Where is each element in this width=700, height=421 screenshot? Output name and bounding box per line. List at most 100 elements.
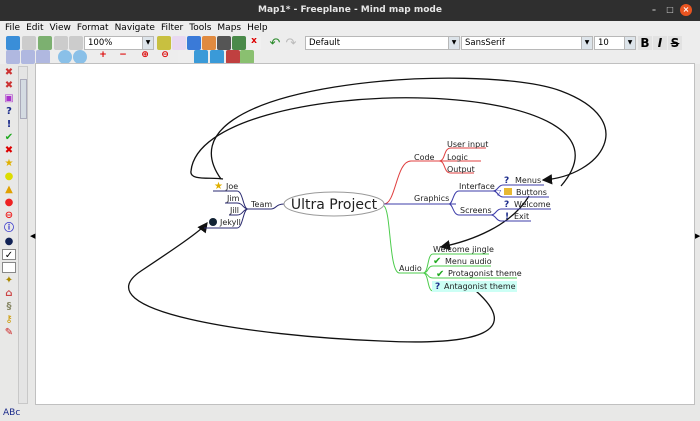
scrollbar-thumb[interactable] [20, 79, 27, 119]
lock-icon[interactable] [240, 50, 254, 64]
question-icon[interactable]: ? [2, 106, 16, 117]
arrow-joe-to-menus[interactable] [210, 77, 607, 185]
strikethrough-button[interactable]: S [668, 36, 682, 50]
node-audio[interactable]: Audio [399, 264, 422, 273]
exclamation-icon[interactable]: ! [2, 119, 16, 130]
align-left-icon[interactable] [6, 50, 20, 64]
page-icon-2[interactable] [69, 36, 83, 50]
back-icon[interactable] [6, 36, 20, 50]
menu-edit[interactable]: Edit [26, 21, 43, 35]
minimize-button[interactable]: – [648, 4, 660, 16]
menu-navigate[interactable]: Navigate [115, 21, 155, 35]
no-entry-icon[interactable]: ⊖ [2, 210, 16, 221]
node-menu-audio[interactable]: Menu audio [445, 257, 492, 266]
check-icon[interactable]: ✔ [2, 132, 16, 143]
redo-icon[interactable]: ↷ [284, 36, 298, 51]
collapse-icon[interactable]: ⊖ [158, 50, 172, 64]
node-code[interactable]: Code [414, 153, 435, 162]
main-toolbar: 100% ▼ x ↶ ↷ Default ▼ SansSerif ▼ 10 ▼ [0, 35, 700, 51]
italic-button[interactable]: I [653, 36, 667, 50]
remove-connector-icon[interactable]: − [116, 50, 130, 64]
menu-file[interactable]: File [5, 21, 20, 35]
node-user-input[interactable]: User input [447, 140, 488, 149]
spellcheck-button[interactable]: ABc [3, 408, 20, 418]
node-output[interactable]: Output [447, 165, 475, 174]
style-select[interactable]: Default ▼ [305, 36, 460, 50]
bomb-icon[interactable]: ● [2, 236, 16, 247]
node-exit[interactable]: Exit [514, 212, 529, 221]
bomb-icon [209, 218, 217, 226]
menu-format[interactable]: Format [77, 21, 109, 35]
zoom-select[interactable]: 100% ▼ [84, 36, 154, 50]
find-icon[interactable] [178, 50, 192, 64]
node-buttons[interactable]: Buttons [516, 188, 547, 197]
link-icon[interactable]: § [2, 301, 16, 312]
node-team[interactable]: Team [250, 200, 272, 209]
collapse-right-panel-icon[interactable]: ▶ [695, 232, 700, 240]
bulb-icon[interactable]: ● [2, 171, 16, 182]
node-antagonist-theme[interactable]: Antagonist theme [444, 282, 516, 291]
filter-icon[interactable] [226, 50, 240, 64]
pencil-icon[interactable]: ✎ [2, 327, 16, 338]
cloud-icon[interactable] [58, 50, 72, 64]
cross-icon[interactable]: ✖ [2, 145, 16, 156]
cloud-color-icon[interactable] [73, 50, 87, 64]
key-icon[interactable]: ⚷ [2, 314, 16, 325]
undo-icon[interactable]: ↶ [268, 36, 282, 51]
node-screens[interactable]: Screens [460, 206, 492, 215]
node-menus[interactable]: Menus [515, 176, 541, 185]
bold-button[interactable]: B [638, 36, 652, 50]
refresh-icon[interactable] [38, 36, 52, 50]
node-protagonist-theme[interactable]: Protagonist theme [448, 269, 522, 278]
font-size-select[interactable]: 10 ▼ [594, 36, 636, 50]
menu-help[interactable]: Help [247, 21, 268, 35]
align-center-icon[interactable] [21, 50, 35, 64]
checkbox-empty-icon[interactable] [2, 262, 16, 273]
icon-sidebar-scrollbar[interactable] [18, 66, 28, 404]
save-icon[interactable] [187, 36, 201, 50]
node-jim[interactable]: Jim [226, 194, 240, 203]
home-icon[interactable]: ⌂ [2, 288, 16, 299]
node-joe[interactable]: Joe [225, 182, 238, 191]
node-graphics[interactable]: Graphics [414, 194, 449, 203]
add-connector-icon[interactable]: + [96, 50, 110, 64]
star-icon[interactable]: ★ [2, 158, 16, 169]
menu-maps[interactable]: Maps [217, 21, 241, 35]
close-map-icon[interactable]: x [247, 36, 261, 50]
node-jekyll[interactable]: Jekyll [219, 218, 241, 227]
root-node-label: Ultra Project [291, 197, 378, 213]
menu-tools[interactable]: Tools [189, 21, 211, 35]
wand-icon[interactable]: ✦ [2, 275, 16, 286]
previous-icon[interactable] [210, 50, 224, 64]
collapse-left-panel-icon[interactable]: ◀ [30, 232, 35, 240]
remove-first-icon-icon[interactable]: ✖ [2, 67, 16, 78]
next-icon[interactable] [194, 50, 208, 64]
warning-icon[interactable]: ▲ [2, 184, 16, 195]
node-welcome[interactable]: Welcome [514, 200, 551, 209]
node-jill[interactable]: Jill [229, 206, 239, 215]
forward-icon[interactable] [22, 36, 36, 50]
info-icon[interactable]: ⓘ [2, 223, 16, 234]
checkbox-checked-icon[interactable]: ✓ [2, 249, 16, 261]
open-icon[interactable] [157, 36, 171, 50]
print-icon[interactable] [217, 36, 231, 50]
align-right-icon[interactable] [36, 50, 50, 64]
menu-view[interactable]: View [50, 21, 71, 35]
close-button[interactable]: × [680, 4, 692, 16]
menu-filter[interactable]: Filter [161, 21, 183, 35]
maximize-button[interactable]: □ [664, 4, 676, 16]
mind-map-canvas[interactable]: Ultra Project Code User input Logic Outp… [35, 63, 695, 405]
expand-icon[interactable]: ⊕ [138, 50, 152, 64]
print-preview-icon[interactable] [232, 36, 246, 50]
node-welcome-jingle[interactable]: Welcome jingle [433, 245, 494, 254]
exclamation-icon: ! [505, 212, 509, 222]
page-icon[interactable] [54, 36, 68, 50]
font-select[interactable]: SansSerif ▼ [461, 36, 593, 50]
node-interface[interactable]: Interface [459, 182, 495, 191]
new-map-icon[interactable] [172, 36, 186, 50]
remove-all-icons-icon[interactable]: ▣ [2, 93, 16, 104]
stop-icon[interactable]: ● [2, 197, 16, 208]
save-as-icon[interactable] [202, 36, 216, 50]
remove-last-icon-icon[interactable]: ✖ [2, 80, 16, 91]
node-logic[interactable]: Logic [447, 153, 468, 162]
